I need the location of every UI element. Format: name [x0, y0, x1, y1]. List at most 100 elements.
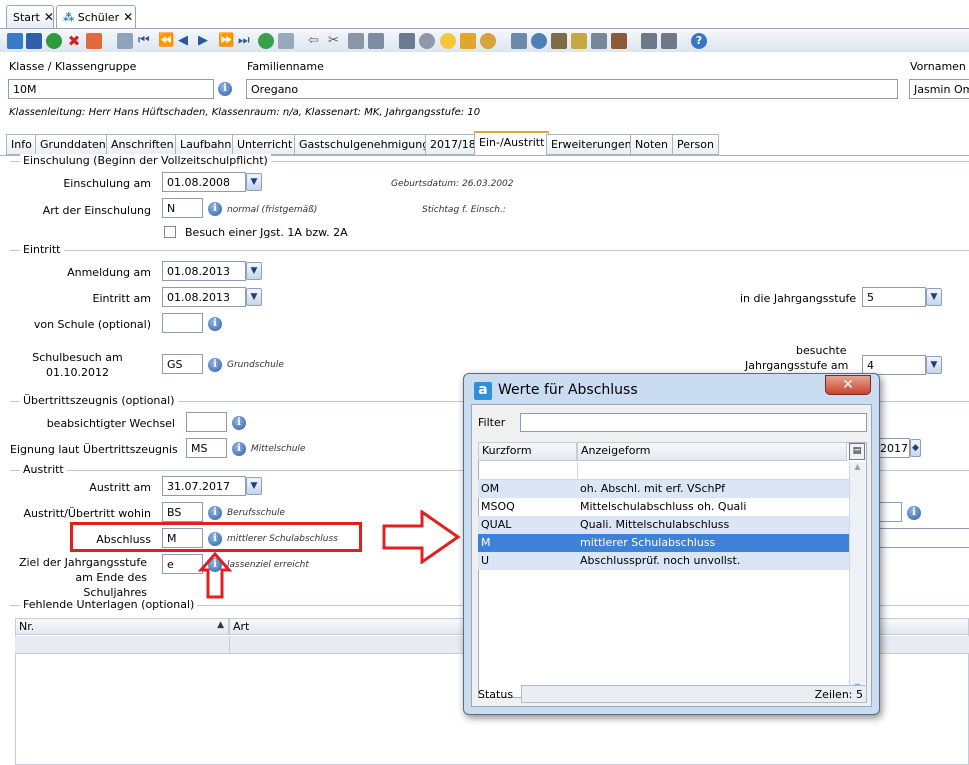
prev-icon[interactable]: ◀	[178, 33, 194, 49]
help-icon[interactable]: ?	[691, 33, 707, 49]
tab-unterricht[interactable]: Unterricht	[232, 134, 298, 155]
tab-start[interactable]: Start ✕	[6, 5, 54, 28]
list-icon[interactable]	[278, 33, 294, 49]
list-item[interactable]: OM oh. Abschl. mit erf. VSchPf	[478, 480, 849, 498]
last-icon[interactable]: ⏭	[238, 33, 254, 49]
tab-anschriften[interactable]: Anschriften	[106, 134, 179, 155]
besuchte-jgst-field[interactable]: 4	[862, 355, 926, 375]
tab-erweiterungen[interactable]: Erweiterungen	[546, 134, 637, 155]
info-icon[interactable]: i	[208, 358, 222, 372]
filter-row[interactable]	[478, 462, 849, 480]
copy-doc-icon[interactable]	[348, 33, 364, 49]
paste-icon[interactable]	[368, 33, 384, 49]
cut-icon[interactable]: ✂	[328, 33, 344, 49]
einschulung-am-field[interactable]: 01.08.2008	[162, 172, 246, 192]
refresh-icon[interactable]	[258, 33, 274, 49]
chevron-down-icon[interactable]: ▼	[926, 356, 942, 374]
preview-icon[interactable]	[419, 33, 435, 49]
eraser-icon[interactable]	[460, 33, 476, 49]
new-icon[interactable]	[7, 33, 23, 49]
info-icon[interactable]: i	[218, 82, 232, 96]
besuch-checkbox[interactable]	[164, 226, 176, 238]
abschluss-extra-field[interactable]	[880, 528, 969, 548]
info-icon[interactable]: i	[208, 202, 222, 216]
eintritt-field[interactable]: 01.08.2013	[162, 287, 246, 307]
arrow-left-icon[interactable]: ⇦	[308, 33, 324, 49]
tab-grunddaten[interactable]: Grunddaten	[35, 134, 111, 155]
column-header-nr[interactable]: Nr. ▲	[15, 618, 229, 635]
column-header-anzeigeform[interactable]: Anzeigeform	[577, 442, 847, 461]
austritt-am-field[interactable]: 31.07.2017	[162, 476, 246, 496]
scroll-up-icon[interactable]: ▲	[850, 462, 865, 476]
column-header-kurzform[interactable]: Kurzform	[478, 442, 577, 461]
prev-fast-icon[interactable]: ⏪	[158, 33, 174, 49]
vornamen-field[interactable]: Jasmin Om	[909, 79, 969, 99]
info-icon[interactable]: i	[232, 416, 246, 430]
tab-schueler[interactable]: ⁂ Schüler ✕	[56, 5, 136, 28]
tab-gastschulgenehmigung[interactable]: Gastschulgenehmigung	[294, 134, 435, 155]
jahrgangsstufe-field[interactable]: 5	[862, 287, 926, 307]
schulbesuch-field[interactable]: GS	[162, 354, 203, 374]
info-icon[interactable]: i	[232, 442, 246, 456]
tab-laufbahn[interactable]: Laufbahn	[175, 134, 237, 155]
list-item[interactable]: QUAL Quali. Mittelschulabschluss	[478, 516, 849, 534]
contact-icon[interactable]	[611, 33, 627, 49]
tab-info[interactable]: Info	[6, 134, 37, 155]
filter-input[interactable]	[520, 413, 867, 432]
next-icon[interactable]: ▶	[198, 33, 214, 49]
info-icon[interactable]: i	[208, 506, 222, 520]
chevron-down-icon[interactable]: ▼	[246, 477, 262, 495]
tab-person[interactable]: Person	[672, 134, 719, 155]
eignung-hint: Mittelschule	[251, 444, 306, 454]
scrollbar[interactable]: ▲ ▼	[849, 462, 865, 696]
section-einschulung: Einschulung (Beginn der Vollzeitschulpfl…	[20, 154, 271, 167]
bulb-icon[interactable]	[440, 33, 456, 49]
info-icon[interactable]: i	[907, 506, 921, 520]
close-icon[interactable]: ✕	[825, 375, 871, 395]
chevron-down-icon[interactable]: ▼	[246, 288, 262, 306]
copy-icon[interactable]	[117, 33, 133, 49]
clock-icon[interactable]	[480, 33, 496, 49]
wechsel-field[interactable]	[186, 412, 227, 432]
message-icon[interactable]	[591, 33, 607, 49]
familienname-field[interactable]: Oregano	[246, 79, 898, 99]
klasse-field[interactable]: 10M	[8, 79, 214, 99]
spinner-icon[interactable]: ◆	[910, 439, 921, 457]
user-icon[interactable]	[531, 33, 547, 49]
folder-icon[interactable]	[571, 33, 587, 49]
art-einschulung-field[interactable]: N	[162, 198, 203, 218]
tab-ein-austritt[interactable]: Ein-/Austritt	[474, 131, 550, 156]
print-icon[interactable]	[399, 33, 415, 49]
delete-icon[interactable]: ✖	[66, 33, 82, 49]
anmeldung-field[interactable]: 01.08.2013	[162, 261, 246, 281]
cancel-icon[interactable]	[86, 33, 102, 49]
column-chooser-icon[interactable]: ▤	[849, 443, 865, 460]
chevron-down-icon[interactable]: ▼	[246, 173, 262, 191]
von-schule-field[interactable]	[162, 313, 203, 333]
close-icon[interactable]: ✕	[123, 10, 133, 24]
grid-icon[interactable]	[551, 33, 567, 49]
home-icon[interactable]	[641, 33, 657, 49]
ziel-field[interactable]: e	[162, 554, 203, 574]
einschulung-am-label: Einschulung am	[63, 177, 151, 190]
next-fast-icon[interactable]: ⏩	[218, 33, 234, 49]
home-alt-icon[interactable]	[661, 33, 677, 49]
arrow-up-annotation	[198, 552, 232, 599]
uebertritt-date-field[interactable]: 2017	[878, 438, 910, 458]
export-icon[interactable]	[511, 33, 527, 49]
eignung-field[interactable]: MS	[186, 438, 227, 458]
list-item[interactable]: U Abschlussprüf. noch unvollst.	[478, 552, 849, 570]
list-item[interactable]: MSOQ Mittelschulabschluss oh. Quali	[478, 498, 849, 516]
close-icon[interactable]: ✕	[44, 10, 54, 24]
first-icon[interactable]: ⏮	[138, 33, 154, 49]
wohin-field[interactable]: BS	[162, 502, 203, 522]
list-item-selected[interactable]: M mittlerer Schulabschluss	[478, 534, 849, 552]
chevron-down-icon[interactable]: ▼	[926, 288, 942, 306]
undo-icon[interactable]	[46, 33, 62, 49]
chevron-down-icon[interactable]: ▼	[246, 262, 262, 280]
tab-noten[interactable]: Noten	[630, 134, 674, 155]
info-icon[interactable]: i	[208, 317, 222, 331]
save-icon[interactable]	[26, 33, 42, 49]
tab-2017-18[interactable]: 2017/18	[425, 134, 481, 155]
wohin-extra-field[interactable]	[880, 502, 902, 522]
